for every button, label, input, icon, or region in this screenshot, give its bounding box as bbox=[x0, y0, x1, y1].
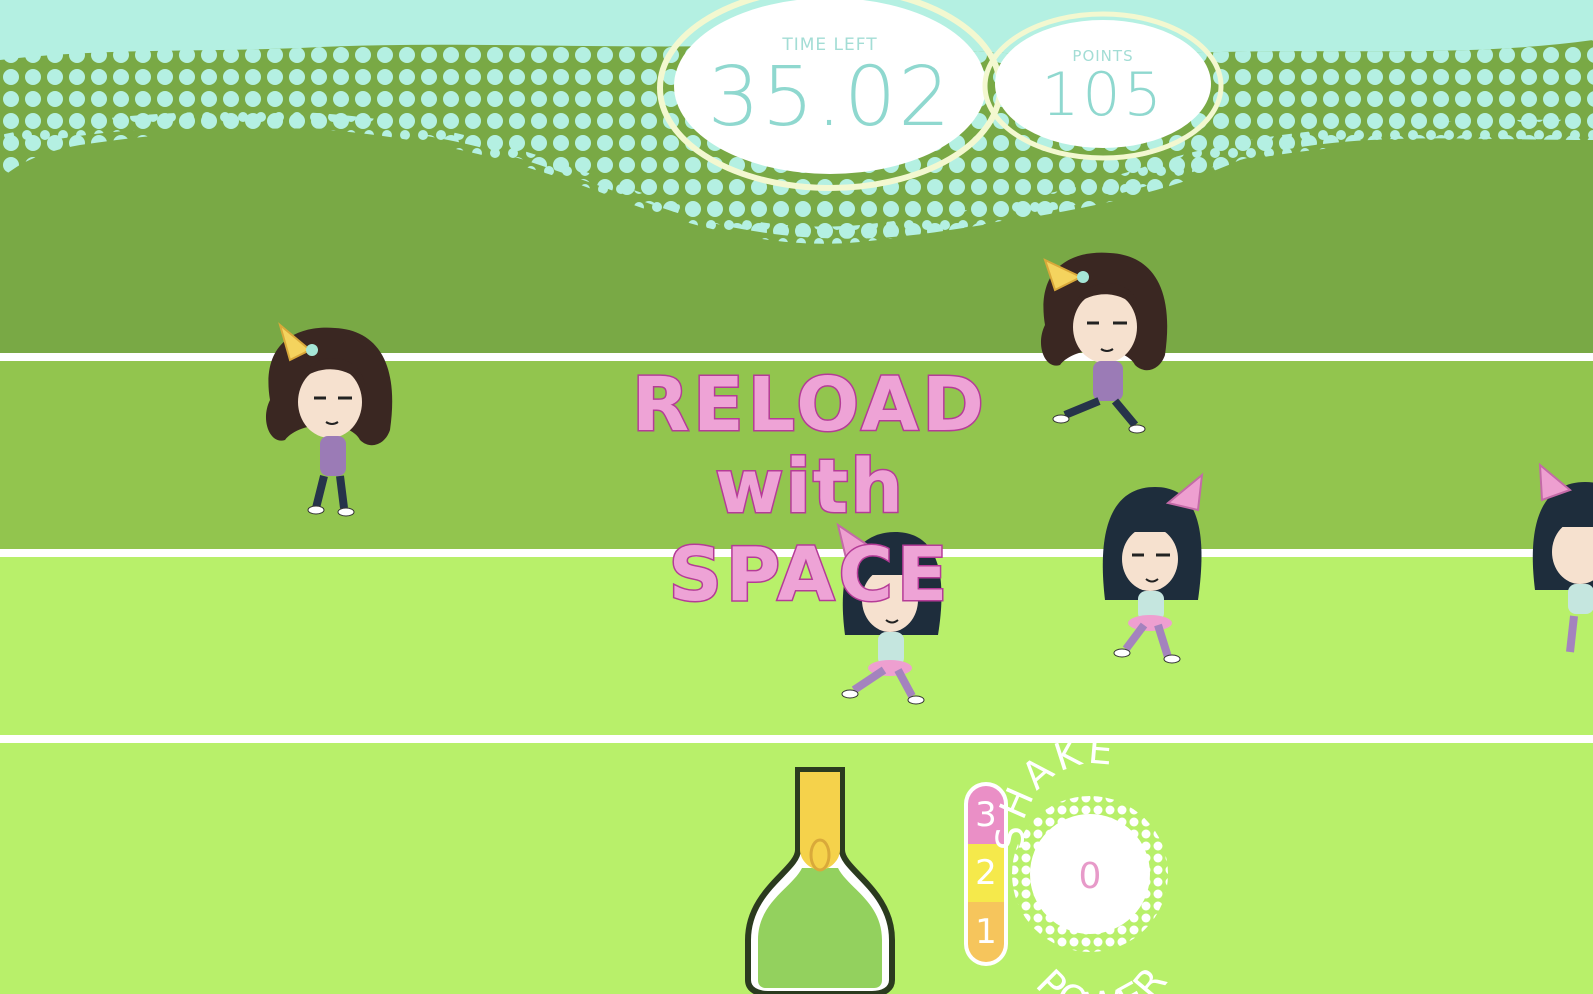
timer-display: TIME LEFT 35.02 bbox=[673, 2, 987, 172]
character-black-hair-girl bbox=[1102, 472, 1204, 664]
meter-level-1: 1 bbox=[968, 902, 1004, 962]
reload-line-3: SPACE bbox=[669, 532, 952, 618]
time-left-value: 35.02 bbox=[707, 50, 953, 145]
reload-line-1: RELOAD bbox=[632, 362, 988, 448]
meter-level-2: 2 bbox=[968, 844, 1004, 902]
character-brown-hair-girl bbox=[265, 322, 393, 517]
shake-level-meter: 3 2 1 bbox=[964, 782, 1008, 966]
meter-level-3: 3 bbox=[968, 786, 1004, 844]
points-value: 105 bbox=[1041, 60, 1165, 130]
reload-line-2: with bbox=[715, 444, 905, 530]
character-black-hair-girl bbox=[1532, 462, 1593, 653]
reload-message: RELOAD with SPACE bbox=[631, 362, 988, 620]
character-brown-hair-girl bbox=[1040, 252, 1168, 434]
points-display: POINTS 105 bbox=[995, 22, 1211, 150]
shake-power-value: 0 bbox=[1078, 856, 1102, 897]
